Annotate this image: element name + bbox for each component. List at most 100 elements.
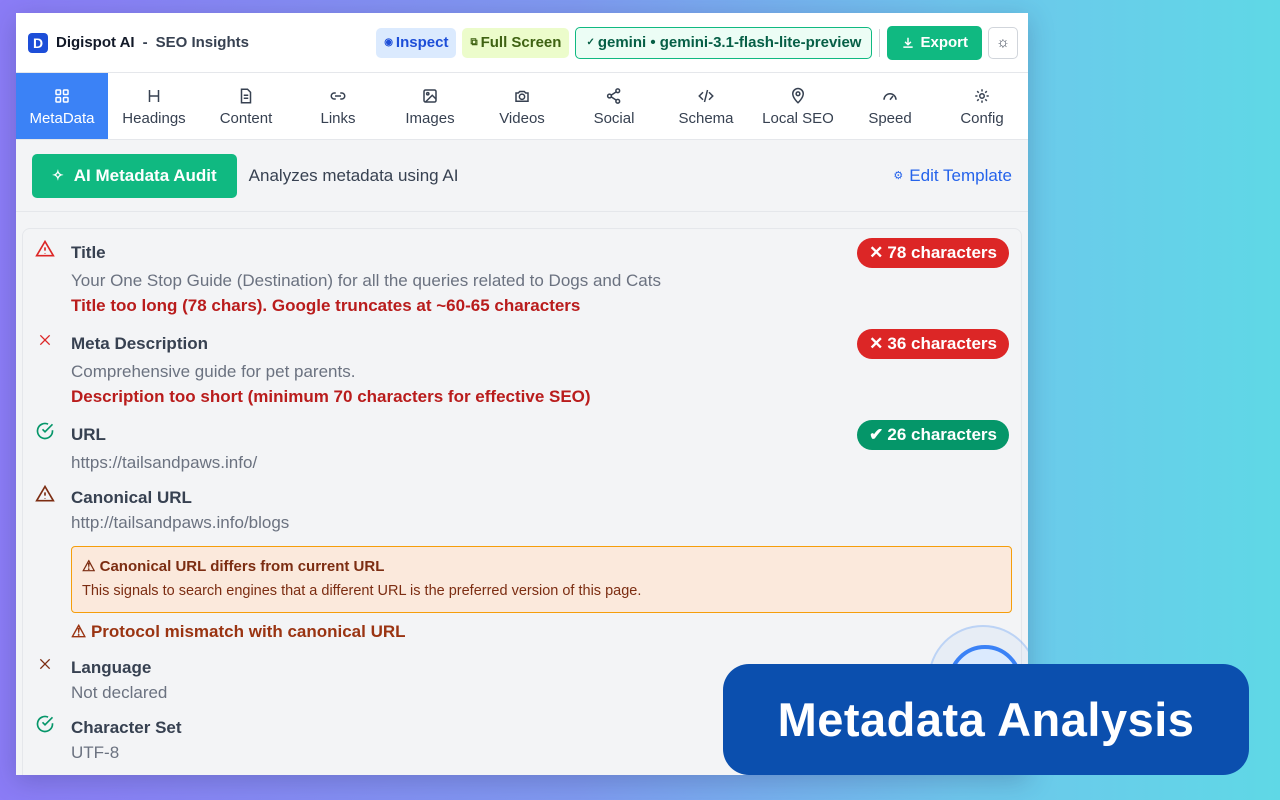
tab-label: Headings [122, 110, 186, 127]
meta-description-label: Meta Description [71, 334, 208, 353]
tab-images[interactable]: Images [384, 73, 476, 139]
url-value: https://tailsandpaws.info/ [71, 453, 258, 472]
image-icon [423, 89, 437, 103]
grid-icon [55, 89, 69, 103]
charset-value: UTF-8 [71, 743, 120, 762]
gear-icon: ⚙ [893, 170, 904, 182]
ai-metadata-audit-button[interactable]: ✧ AI Metadata Audit [32, 153, 237, 198]
document-icon [240, 88, 252, 104]
tab-label: Speed [868, 110, 912, 127]
feature-caption: Metadata Analysis [723, 664, 1249, 775]
x-icon [35, 654, 55, 674]
code-icon [698, 89, 714, 103]
share-icon [606, 88, 621, 104]
theme-toggle-button[interactable]: ☼ [988, 26, 1018, 59]
tab-label: Local SEO [762, 110, 834, 127]
check-circle-icon [35, 714, 55, 734]
warning-icon: ⚠ [82, 558, 100, 575]
export-label: Export [920, 34, 968, 51]
badge-text: 26 characters [887, 425, 997, 444]
tab-metadata[interactable]: MetaData [16, 73, 108, 139]
tab-headings[interactable]: Headings [108, 73, 200, 139]
eye-icon: ◉ [384, 37, 393, 48]
check-icon: ✔ [869, 425, 884, 444]
language-value: Not declared [71, 683, 168, 702]
app-logo: D [28, 32, 48, 53]
title-value: Your One Stop Guide (Destination) for al… [71, 271, 661, 290]
tab-content[interactable]: Content [200, 73, 292, 139]
x-icon: ✕ [869, 243, 884, 262]
check-circle-icon [35, 421, 55, 441]
gauge-icon [883, 93, 897, 101]
badge-text: 78 characters [887, 243, 997, 262]
app-subtitle: SEO Insights [155, 34, 249, 51]
canonical-warning-title: Canonical URL differs from current URL [99, 558, 385, 575]
link-icon [330, 92, 346, 100]
title-separator: - [142, 34, 148, 51]
header-actions: ◉ Inspect ⧉ Full Screen ✓ gemini • gemin… [376, 25, 1018, 60]
tab-local-seo[interactable]: Local SEO [752, 73, 844, 139]
meta-description-error: Description too short (minimum 70 charac… [71, 387, 591, 406]
canonical-warning-text: This signals to search engines that a di… [82, 583, 642, 599]
gear-icon [975, 89, 989, 103]
title-error: Title too long (78 chars). Google trunca… [71, 296, 581, 315]
x-icon [35, 330, 55, 350]
header-bar: D Digispot AI - SEO Insights ◉ Inspect ⧉… [16, 13, 1028, 73]
inspect-button[interactable]: ◉ Inspect [376, 27, 457, 58]
export-button[interactable]: Export [887, 25, 982, 60]
external-link-icon: ⧉ [470, 37, 478, 48]
tab-label: Videos [499, 110, 545, 127]
sun-icon: ☼ [996, 34, 1010, 51]
map-pin-icon [791, 87, 805, 104]
protocol-mismatch-warning: ⚠ Protocol mismatch with canonical URL [71, 622, 406, 642]
tab-label: Content [219, 110, 273, 127]
feature-caption-text: Metadata Analysis [777, 693, 1195, 746]
language-label: Language [71, 658, 152, 677]
header-divider [879, 28, 881, 57]
canonical-url-label: Canonical URL [71, 488, 192, 507]
tab-label: Config [960, 110, 1004, 127]
brand-name: Digispot AI [56, 34, 135, 51]
meta-description-length-badge: ✕ 36 characters [857, 329, 1009, 359]
badge-text: 36 characters [887, 334, 997, 353]
audit-description: Analyzes metadata using AI [248, 165, 459, 185]
tab-social[interactable]: Social [568, 73, 660, 139]
warning-icon [35, 239, 55, 259]
fullscreen-button[interactable]: ⧉ Full Screen [462, 27, 570, 58]
model-selector[interactable]: ✓ gemini • gemini-3.1-flash-lite-preview [575, 26, 873, 59]
tab-config[interactable]: Config [936, 73, 1028, 139]
app-window: D Digispot AI - SEO Insights ◉ Inspect ⧉… [16, 13, 1028, 775]
edit-template-link[interactable]: ⚙ Edit Template [893, 166, 1012, 186]
tab-links[interactable]: Links [292, 73, 384, 139]
tab-label: Links [320, 110, 356, 127]
url-length-badge: ✔ 26 characters [857, 420, 1009, 450]
inspect-label: Inspect [395, 34, 449, 51]
audit-bar: ✧ AI Metadata Audit Analyzes metadata us… [16, 140, 1028, 212]
tab-videos[interactable]: Videos [476, 73, 568, 139]
protocol-warning-text: Protocol mismatch with canonical URL [90, 622, 406, 641]
meta-description-value: Comprehensive guide for pet parents. [71, 362, 356, 381]
fullscreen-label: Full Screen [480, 34, 562, 51]
url-label: URL [71, 425, 106, 444]
tab-label: Schema [678, 110, 734, 127]
download-icon [903, 37, 914, 48]
x-icon: ✕ [869, 334, 884, 353]
warning-icon [35, 484, 55, 504]
tab-label: Social [593, 110, 635, 127]
check-circle-icon: ✓ [586, 37, 595, 48]
tab-bar: MetaData Headings Content Links Images V… [16, 73, 1028, 140]
canonical-url-value: http://tailsandpaws.info/blogs [71, 513, 290, 532]
audit-button-label: AI Metadata Audit [73, 165, 217, 185]
camera-icon [515, 90, 529, 102]
edit-template-label: Edit Template [909, 165, 1012, 185]
charset-label: Character Set [71, 718, 182, 737]
tab-schema[interactable]: Schema [660, 73, 752, 139]
heading-icon [148, 90, 160, 102]
tab-speed[interactable]: Speed [844, 73, 936, 139]
title-length-badge: ✕ 78 characters [857, 238, 1009, 268]
sparkle-icon: ✧ [52, 167, 64, 183]
warning-icon: ⚠ [71, 622, 91, 641]
tab-label: Images [405, 110, 455, 127]
model-label: gemini • gemini-3.1-flash-lite-preview [597, 34, 862, 51]
title-label: Title [71, 243, 106, 262]
